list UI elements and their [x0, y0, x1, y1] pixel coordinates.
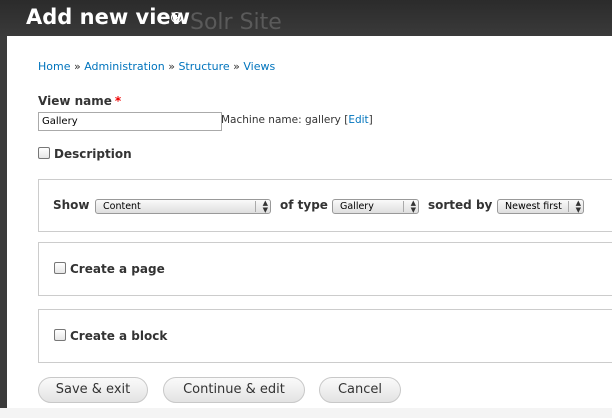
sorted-by-label: sorted by [428, 198, 493, 212]
view-name-label: View name * [38, 94, 121, 108]
create-block-toggle[interactable]: Create a block [54, 329, 167, 343]
breadcrumb-separator: » [233, 60, 240, 73]
machine-name-text: Machine name: gallery [ [221, 114, 349, 126]
page-title: Add new view [26, 5, 191, 29]
select-divider [255, 201, 256, 212]
machine-name: Machine name: gallery [Edit] [221, 114, 373, 126]
breadcrumb-administration[interactable]: Administration [84, 60, 165, 73]
select-divider [403, 201, 404, 212]
machine-name-edit-link[interactable]: Edit [348, 114, 368, 126]
select-arrows-icon: ▲ ▼ [575, 199, 581, 214]
type-select-value: Gallery [340, 201, 374, 212]
cancel-button[interactable]: Cancel [319, 377, 401, 403]
overlay-bottom-edge [0, 408, 612, 418]
select-divider [568, 201, 569, 212]
select-arrows-icon: ▲ ▼ [262, 199, 268, 214]
create-block-checkbox[interactable] [54, 329, 66, 341]
show-select[interactable]: Content ▲ ▼ [95, 199, 271, 214]
of-type-label: of type [280, 198, 328, 212]
description-checkbox[interactable] [38, 147, 50, 159]
breadcrumb-separator: » [73, 60, 81, 73]
show-select-value: Content [103, 201, 141, 212]
create-page-label: Create a page [70, 262, 165, 276]
create-page-fieldset: Create a page [38, 242, 612, 296]
overlay-title-bar: Add new view Solr Site [0, 0, 612, 36]
description-toggle[interactable]: Description [38, 147, 132, 161]
breadcrumb-separator: » [168, 60, 175, 73]
required-marker: * [114, 94, 122, 108]
create-block-fieldset: Create a block [38, 309, 612, 363]
show-label: Show [53, 198, 90, 212]
site-name: Solr Site [190, 10, 282, 35]
sort-select-value: Newest first [505, 201, 562, 212]
create-page-checkbox[interactable] [54, 262, 66, 274]
view-name-label-text: View name [38, 94, 112, 108]
description-label: Description [54, 147, 132, 161]
breadcrumb-views[interactable]: Views [243, 60, 275, 73]
machine-name-suffix: ] [368, 114, 373, 126]
create-page-toggle[interactable]: Create a page [54, 262, 165, 276]
save-exit-button[interactable]: Save & exit [38, 377, 148, 403]
breadcrumb-home[interactable]: Home [38, 60, 70, 73]
create-block-label: Create a block [70, 329, 168, 343]
displays-fieldset: Show Content ▲ ▼ of type Gallery ▲ ▼ sorte… [38, 179, 612, 232]
overlay-content: Home » Administration » Structure » View… [7, 36, 612, 408]
continue-edit-button[interactable]: Continue & edit [163, 377, 305, 403]
plus-circle-icon[interactable] [171, 12, 182, 23]
sort-select[interactable]: Newest first ▲ ▼ [497, 199, 584, 214]
view-name-input[interactable] [38, 112, 222, 131]
breadcrumb: Home » Administration » Structure » View… [38, 60, 275, 73]
breadcrumb-structure[interactable]: Structure [178, 60, 229, 73]
select-arrows-icon: ▲ ▼ [410, 199, 416, 214]
type-select[interactable]: Gallery ▲ ▼ [332, 199, 419, 214]
